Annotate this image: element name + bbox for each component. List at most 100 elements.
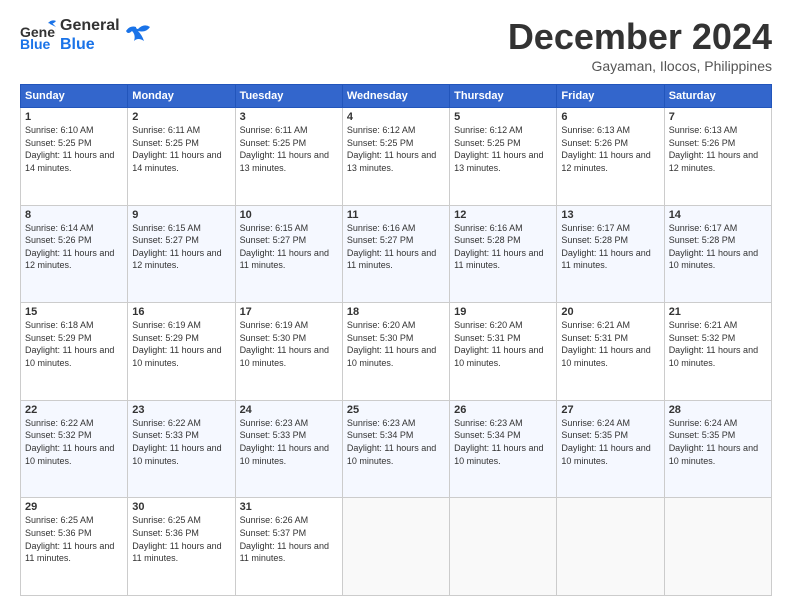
sunset-label: Sunset: <box>347 430 380 440</box>
table-cell: 8 Sunrise: 6:14 AM Sunset: 5:26 PM Dayli… <box>21 205 128 303</box>
daylight-label: Daylight: 11 hours and 10 minutes. <box>240 345 329 368</box>
day-info: Sunrise: 6:26 AM Sunset: 5:37 PM Dayligh… <box>240 514 338 564</box>
svg-text:Blue: Blue <box>20 36 51 52</box>
week-row-3: 15 Sunrise: 6:18 AM Sunset: 5:29 PM Dayl… <box>21 303 772 401</box>
daylight-label: Daylight: 11 hours and 12 minutes. <box>132 248 221 271</box>
sunset-time: 5:36 PM <box>165 528 199 538</box>
sunset-time: 5:31 PM <box>594 333 628 343</box>
daylight-label: Daylight: 11 hours and 10 minutes. <box>669 248 758 271</box>
day-info: Sunrise: 6:15 AM Sunset: 5:27 PM Dayligh… <box>132 222 230 272</box>
header-monday: Monday <box>128 85 235 108</box>
sunrise-time: 6:18 AM <box>61 320 94 330</box>
day-info: Sunrise: 6:25 AM Sunset: 5:36 PM Dayligh… <box>25 514 123 564</box>
sunrise-time: 6:25 AM <box>168 515 201 525</box>
sunset-time: 5:30 PM <box>380 333 414 343</box>
table-cell: 27 Sunrise: 6:24 AM Sunset: 5:35 PM Dayl… <box>557 400 664 498</box>
day-info: Sunrise: 6:18 AM Sunset: 5:29 PM Dayligh… <box>25 319 123 369</box>
sunrise-label: Sunrise: <box>454 418 490 428</box>
sunrise-label: Sunrise: <box>132 223 168 233</box>
sunset-time: 5:34 PM <box>487 430 521 440</box>
sunset-time: 5:25 PM <box>273 138 307 148</box>
day-info: Sunrise: 6:17 AM Sunset: 5:28 PM Dayligh… <box>561 222 659 272</box>
sunrise-time: 6:20 AM <box>490 320 523 330</box>
daylight-label: Daylight: 11 hours and 11 minutes. <box>240 248 329 271</box>
day-number: 14 <box>669 209 767 221</box>
sunset-label: Sunset: <box>25 138 58 148</box>
sunrise-label: Sunrise: <box>240 125 276 135</box>
day-number: 24 <box>240 404 338 416</box>
sunrise-time: 6:20 AM <box>382 320 415 330</box>
day-number: 28 <box>669 404 767 416</box>
sunset-time: 5:27 PM <box>165 235 199 245</box>
sunset-label: Sunset: <box>240 430 273 440</box>
daylight-label: Daylight: 11 hours and 10 minutes. <box>132 443 221 466</box>
logo-icon: General Blue <box>20 17 56 53</box>
logo-general: General <box>60 16 120 35</box>
sunset-label: Sunset: <box>25 430 58 440</box>
sunrise-time: 6:23 AM <box>275 418 308 428</box>
sunset-time: 5:27 PM <box>380 235 414 245</box>
header-thursday: Thursday <box>450 85 557 108</box>
sunrise-time: 6:24 AM <box>704 418 737 428</box>
sunset-label: Sunset: <box>132 235 165 245</box>
sunset-time: 5:26 PM <box>58 235 92 245</box>
table-cell <box>342 498 449 596</box>
daylight-label: Daylight: 11 hours and 11 minutes. <box>561 248 650 271</box>
sunset-label: Sunset: <box>561 138 594 148</box>
sunrise-time: 6:14 AM <box>61 223 94 233</box>
table-cell: 9 Sunrise: 6:15 AM Sunset: 5:27 PM Dayli… <box>128 205 235 303</box>
day-info: Sunrise: 6:10 AM Sunset: 5:25 PM Dayligh… <box>25 124 123 174</box>
daylight-label: Daylight: 11 hours and 11 minutes. <box>132 541 221 564</box>
sunrise-label: Sunrise: <box>25 515 61 525</box>
day-info: Sunrise: 6:23 AM Sunset: 5:34 PM Dayligh… <box>454 417 552 467</box>
sunset-time: 5:29 PM <box>58 333 92 343</box>
sunrise-time: 6:23 AM <box>490 418 523 428</box>
table-cell: 16 Sunrise: 6:19 AM Sunset: 5:29 PM Dayl… <box>128 303 235 401</box>
sunrise-label: Sunrise: <box>669 223 705 233</box>
header-tuesday: Tuesday <box>235 85 342 108</box>
daylight-label: Daylight: 11 hours and 10 minutes. <box>132 345 221 368</box>
day-number: 30 <box>132 501 230 513</box>
sunset-label: Sunset: <box>25 333 58 343</box>
sunset-time: 5:37 PM <box>273 528 307 538</box>
sunrise-label: Sunrise: <box>454 320 490 330</box>
day-info: Sunrise: 6:25 AM Sunset: 5:36 PM Dayligh… <box>132 514 230 564</box>
day-info: Sunrise: 6:23 AM Sunset: 5:33 PM Dayligh… <box>240 417 338 467</box>
sunrise-label: Sunrise: <box>561 418 597 428</box>
table-cell: 21 Sunrise: 6:21 AM Sunset: 5:32 PM Dayl… <box>664 303 771 401</box>
sunrise-time: 6:11 AM <box>275 125 307 135</box>
day-number: 27 <box>561 404 659 416</box>
day-info: Sunrise: 6:21 AM Sunset: 5:31 PM Dayligh… <box>561 319 659 369</box>
daylight-label: Daylight: 11 hours and 14 minutes. <box>25 150 114 173</box>
day-number: 22 <box>25 404 123 416</box>
daylight-label: Daylight: 11 hours and 11 minutes. <box>240 541 329 564</box>
day-info: Sunrise: 6:12 AM Sunset: 5:25 PM Dayligh… <box>454 124 552 174</box>
day-number: 12 <box>454 209 552 221</box>
sunset-time: 5:28 PM <box>702 235 736 245</box>
sunrise-time: 6:11 AM <box>168 125 200 135</box>
sunset-time: 5:26 PM <box>594 138 628 148</box>
sunrise-time: 6:19 AM <box>275 320 308 330</box>
day-info: Sunrise: 6:15 AM Sunset: 5:27 PM Dayligh… <box>240 222 338 272</box>
sunrise-time: 6:23 AM <box>382 418 415 428</box>
sunrise-label: Sunrise: <box>561 320 597 330</box>
table-cell: 1 Sunrise: 6:10 AM Sunset: 5:25 PM Dayli… <box>21 108 128 206</box>
day-number: 18 <box>347 306 445 318</box>
day-number: 3 <box>240 111 338 123</box>
sunset-label: Sunset: <box>561 430 594 440</box>
day-number: 15 <box>25 306 123 318</box>
sunset-time: 5:31 PM <box>487 333 521 343</box>
week-row-1: 1 Sunrise: 6:10 AM Sunset: 5:25 PM Dayli… <box>21 108 772 206</box>
table-cell: 18 Sunrise: 6:20 AM Sunset: 5:30 PM Dayl… <box>342 303 449 401</box>
sunrise-time: 6:16 AM <box>382 223 415 233</box>
table-cell: 5 Sunrise: 6:12 AM Sunset: 5:25 PM Dayli… <box>450 108 557 206</box>
daylight-label: Daylight: 11 hours and 13 minutes. <box>454 150 543 173</box>
day-number: 1 <box>25 111 123 123</box>
sunset-label: Sunset: <box>347 138 380 148</box>
day-info: Sunrise: 6:11 AM Sunset: 5:25 PM Dayligh… <box>240 124 338 174</box>
daylight-label: Daylight: 11 hours and 11 minutes. <box>25 541 114 564</box>
sunset-time: 5:25 PM <box>487 138 521 148</box>
daylight-label: Daylight: 11 hours and 13 minutes. <box>347 150 436 173</box>
day-info: Sunrise: 6:16 AM Sunset: 5:27 PM Dayligh… <box>347 222 445 272</box>
sunrise-time: 6:16 AM <box>490 223 523 233</box>
